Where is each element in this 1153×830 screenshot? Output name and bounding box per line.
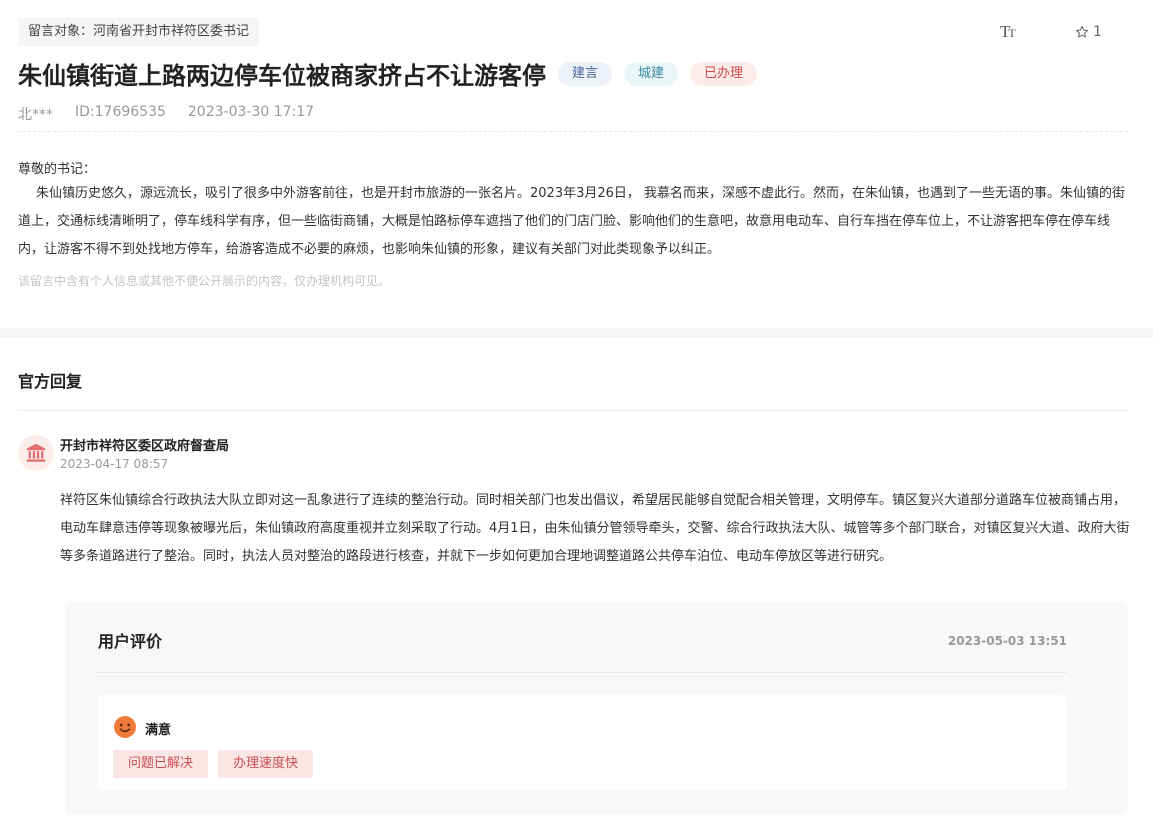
reply-datetime: 2023-04-17 08:57 xyxy=(60,457,169,471)
message-meta: 北*** ID:17696535 2023-03-30 17:17 xyxy=(18,104,336,124)
government-building-icon xyxy=(18,435,54,471)
star-icon xyxy=(1075,25,1089,38)
title-row: 朱仙镇街道上路两边停车位被商家挤占不让游客停 建言 城建 已办理 xyxy=(18,56,758,91)
privacy-note: 该留言中含有个人信息或其他不便公开展示的内容，仅办理机构可见。 xyxy=(18,274,391,288)
evaluation-chips: 问题已解决 办理速度快 xyxy=(113,750,314,778)
meta-divider xyxy=(18,131,1128,132)
user-evaluation-card: 用户评价 2023-05-03 13:51 满意 问题已解决 办理速度快 xyxy=(65,602,1128,815)
font-size-icon-small-t: T xyxy=(1008,26,1015,40)
smiley-icon xyxy=(114,716,136,738)
evaluation-detail: 满意 问题已解决 办理速度快 xyxy=(98,695,1067,791)
satisfaction-label: 满意 xyxy=(145,723,172,738)
message-body: 朱仙镇历史悠久，源远流长，吸引了很多中外游客前往，也是开封市旅游的一张名片。20… xyxy=(18,186,1126,257)
message-datetime: 2023-03-30 17:17 xyxy=(187,104,315,120)
section-separator xyxy=(0,328,1153,338)
evaluation-datetime: 2023-05-03 13:51 xyxy=(947,634,1067,648)
favorite-button[interactable]: 1 xyxy=(1075,24,1102,40)
favorite-count: 1 xyxy=(1093,24,1102,40)
reply-divider xyxy=(18,410,1128,411)
chip-problem-solved: 问题已解决 xyxy=(113,750,209,778)
evaluation-divider xyxy=(98,672,1067,673)
page-title: 朱仙镇街道上路两边停车位被商家挤占不让游客停 xyxy=(18,62,546,90)
chip-fast-handling: 办理速度快 xyxy=(218,750,314,778)
tag-suggestion: 建言 xyxy=(558,61,613,86)
evaluation-heading: 用户评价 xyxy=(98,632,163,651)
reply-body: 祥符区朱仙镇综合行政执法大队立即对这一乱象进行了连续的整治行动。同时相关部门也发… xyxy=(60,493,1130,564)
reply-org-name: 开封市祥符区委区政府督查局 xyxy=(60,439,230,454)
tag-urban-construction: 城建 xyxy=(624,61,679,86)
message-target-label: 留言对象：河南省开封市祥符区委书记 xyxy=(18,18,260,46)
tag-status-handled: 已办理 xyxy=(690,61,758,86)
message-greeting: 尊敬的书记： xyxy=(18,162,97,177)
author-name: 北*** xyxy=(18,107,53,123)
message-id: ID:17696535 xyxy=(75,104,166,120)
font-size-icon[interactable]: TT xyxy=(1000,22,1016,42)
official-reply-heading: 官方回复 xyxy=(18,372,83,391)
